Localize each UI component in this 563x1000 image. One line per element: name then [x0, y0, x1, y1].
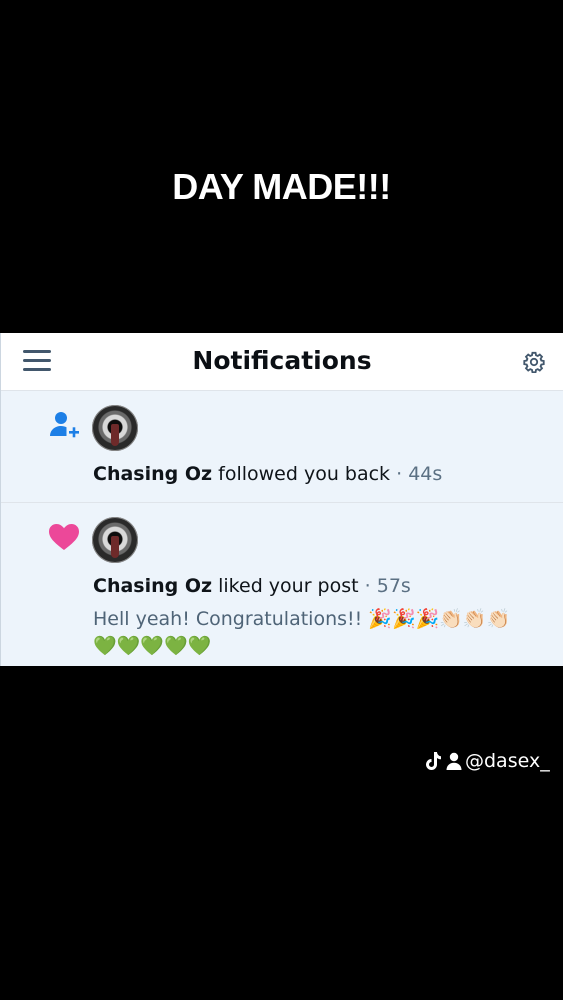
notifications-panel: Notifications Chasing Oz followed you ba… — [0, 333, 563, 666]
post-text: Hell yeah! Congratulations!! — [93, 608, 363, 630]
post-preview[interactable]: Hell yeah! Congratulations!! 🎉🎉🎉👏🏻👏🏻👏🏻💚💚… — [93, 606, 533, 660]
avatar[interactable] — [92, 405, 138, 451]
user-name[interactable]: Chasing Oz — [93, 463, 212, 485]
top-bar: Notifications — [1, 333, 563, 391]
person-icon — [446, 752, 462, 770]
separator: · — [396, 463, 403, 485]
watermark-handle: @dasex_ — [465, 750, 550, 772]
notification-text: Chasing Oz liked your post · 57s — [93, 575, 411, 597]
action-text: followed you back — [218, 463, 391, 485]
tiktok-watermark: @dasex_ — [425, 750, 550, 772]
timestamp: 44s — [408, 463, 443, 485]
page-title: Notifications — [192, 346, 372, 375]
tiktok-logo-icon — [426, 752, 441, 770]
timestamp: 57s — [376, 575, 411, 597]
caption: DAY MADE!!! — [172, 166, 391, 207]
gear-icon[interactable] — [523, 351, 545, 373]
action-text: liked your post — [218, 575, 359, 597]
heart-icon — [49, 524, 79, 550]
user-name[interactable]: Chasing Oz — [93, 575, 212, 597]
avatar[interactable] — [92, 517, 138, 563]
separator: · — [364, 575, 371, 597]
notification-item[interactable]: Chasing Oz followed you back · 44s — [1, 391, 563, 503]
person-add-icon — [50, 412, 79, 438]
notification-item[interactable]: Chasing Oz liked your post · 57s Hell ye… — [1, 503, 563, 666]
notification-text: Chasing Oz followed you back · 44s — [93, 463, 442, 485]
